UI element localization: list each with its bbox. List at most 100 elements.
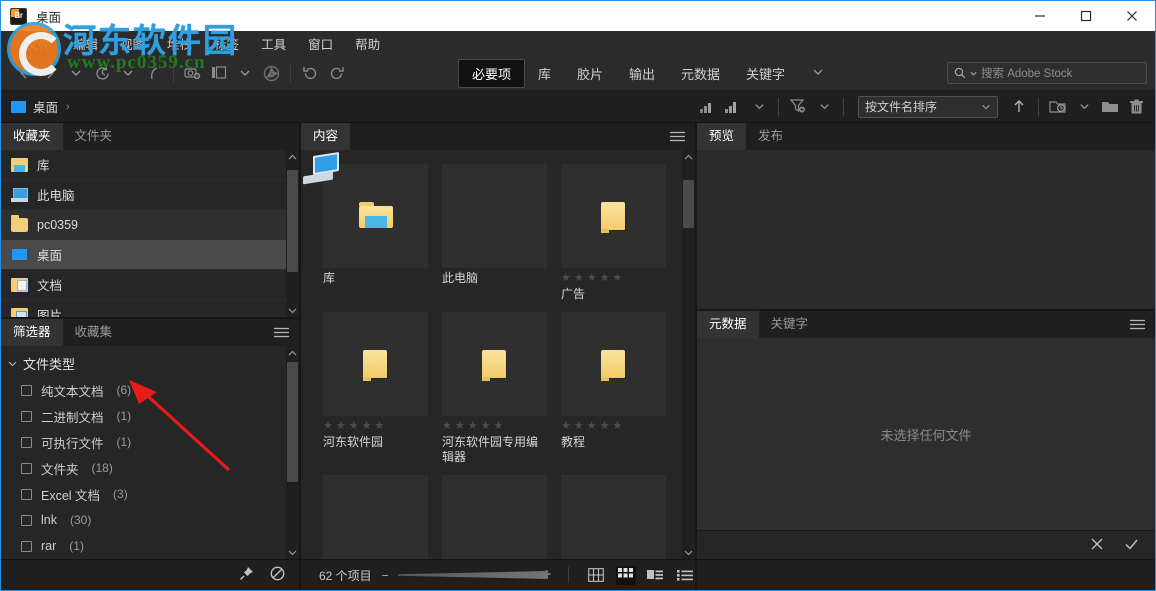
sort-dropdown[interactable]: 按文件名排序 [858, 95, 998, 118]
star-1[interactable]: ★ [561, 421, 571, 432]
go-to-parent-icon[interactable] [141, 61, 167, 85]
filter-item-binary[interactable]: 二进制文档 (1) [1, 403, 299, 429]
new-folder-recent-icon[interactable] [1045, 95, 1071, 119]
scroll-up-icon[interactable] [288, 150, 297, 164]
refine-dropdown-icon[interactable] [232, 61, 258, 85]
rotate-counterclockwise-icon[interactable] [297, 61, 323, 85]
filter-funnel-icon[interactable] [785, 95, 811, 119]
filter-item-executable[interactable]: 可执行文件 (1) [1, 429, 299, 455]
rating-stars[interactable]: ★ ★ ★ ★ ★ [561, 421, 666, 432]
menu-tools[interactable]: 工具 [250, 31, 297, 56]
filter-item-lnk[interactable]: lnk (30) [1, 507, 299, 533]
thumbnail[interactable] [561, 475, 666, 559]
content-panel-menu-icon[interactable] [660, 131, 695, 150]
content-item-ads[interactable]: ★ ★ ★ ★ ★ 广告 [561, 164, 666, 302]
content-item-hedong[interactable]: ★ ★ ★ ★ ★ 河东软件园 [323, 312, 428, 465]
favorites-scrollbar[interactable] [286, 150, 299, 317]
forward-arrow-icon[interactable] [37, 61, 63, 85]
get-photos-from-camera-icon[interactable] [180, 61, 206, 85]
star-2[interactable]: ★ [455, 421, 465, 432]
star-2[interactable]: ★ [574, 421, 584, 432]
content-item-hedong-editor[interactable]: ★ ★ ★ ★ ★ 河东软件园专用编辑器 [442, 312, 547, 465]
favorite-item-desktop[interactable]: 桌面 [1, 240, 299, 270]
keep-filter-pin-icon[interactable] [239, 566, 254, 584]
scroll-down-icon[interactable] [684, 545, 693, 559]
star-3[interactable]: ★ [587, 421, 597, 432]
filter-item-excel[interactable]: Excel 文档 (3) [1, 481, 299, 507]
workspace-tab-keywords[interactable]: 关键字 [733, 60, 798, 87]
menu-stacks[interactable]: 堆栈 [156, 31, 203, 56]
content-item-tutorial[interactable]: ★ ★ ★ ★ ★ 教程 [561, 312, 666, 465]
star-5[interactable]: ★ [375, 421, 385, 432]
rotate-clockwise-icon[interactable] [323, 61, 349, 85]
filter-scrollbar[interactable] [286, 346, 299, 559]
checkbox[interactable] [21, 514, 32, 526]
filter-rating-icon[interactable] [694, 95, 720, 119]
close-button[interactable] [1109, 1, 1155, 32]
navigation-dropdown-icon[interactable] [63, 61, 89, 85]
tab-metadata[interactable]: 元数据 [697, 311, 759, 338]
maximize-button[interactable] [1063, 1, 1109, 32]
menu-view[interactable]: 视图 [109, 31, 156, 56]
filter-rating-caret-icon[interactable] [746, 95, 772, 119]
content-item-row3-c[interactable] [561, 475, 666, 559]
favorite-item-documents[interactable]: 文档 [1, 270, 299, 300]
thumbnail-view-button[interactable] [615, 565, 636, 585]
content-item-row3-a[interactable] [323, 475, 428, 559]
thumbnail[interactable] [323, 312, 428, 416]
favorite-item-library[interactable]: 库 [1, 150, 299, 180]
breadcrumb[interactable]: 桌面 [11, 97, 58, 116]
thumbnail[interactable] [442, 475, 547, 559]
checkbox[interactable] [21, 410, 32, 422]
star-3[interactable]: ★ [349, 421, 359, 432]
menu-window[interactable]: 窗口 [297, 31, 344, 56]
star-3[interactable]: ★ [468, 421, 478, 432]
favorite-item-pc0359[interactable]: pc0359 [1, 210, 299, 240]
filter-scroll-thumb[interactable] [287, 362, 298, 482]
workspace-tab-filmstrip[interactable]: 胶片 [564, 60, 616, 87]
checkbox[interactable] [21, 488, 32, 500]
chevron-down-icon[interactable] [7, 359, 17, 369]
filter-item-rar[interactable]: rar (1) [1, 533, 299, 559]
filter-group-file-type[interactable]: 文件类型 [1, 350, 299, 377]
checkbox[interactable] [21, 436, 32, 448]
workspace-tab-libraries[interactable]: 库 [525, 60, 564, 87]
star-5[interactable]: ★ [613, 421, 623, 432]
new-folder-caret-icon[interactable] [1071, 95, 1097, 119]
search-input[interactable]: 搜索 Adobe Stock [947, 62, 1147, 84]
metadata-cancel-button[interactable] [1090, 537, 1104, 554]
content-scrollbar[interactable] [682, 150, 695, 559]
favorites-scroll-track[interactable] [287, 164, 298, 303]
delete-icon[interactable] [1123, 95, 1149, 119]
content-scroll-track[interactable] [683, 164, 694, 545]
star-3[interactable]: ★ [587, 273, 597, 284]
tab-publish[interactable]: 发布 [746, 123, 796, 150]
filter-scroll-track[interactable] [287, 360, 298, 545]
content-item-row3-b[interactable] [442, 475, 547, 559]
thumbnail[interactable] [303, 151, 547, 268]
filter-panel-menu-icon[interactable] [264, 327, 299, 346]
star-5[interactable]: ★ [613, 273, 623, 284]
tab-preview[interactable]: 预览 [697, 123, 747, 150]
tab-folders[interactable]: 文件夹 [62, 123, 125, 150]
rating-stars[interactable]: ★ ★ ★ ★ ★ [323, 421, 428, 432]
checkbox[interactable] [21, 462, 32, 474]
thumbnail[interactable] [323, 475, 428, 559]
scroll-down-icon[interactable] [288, 545, 297, 559]
sort-direction-button[interactable] [1006, 95, 1032, 119]
zoom-out-icon[interactable] [381, 574, 388, 576]
preview-area[interactable] [697, 150, 1155, 309]
workspace-tab-metadata[interactable]: 元数据 [668, 60, 733, 87]
open-in-camera-raw-icon[interactable] [258, 61, 284, 85]
rating-stars[interactable]: ★ ★ ★ ★ ★ [442, 421, 547, 432]
recent-dropdown-icon[interactable] [115, 61, 141, 85]
workspace-tab-essentials[interactable]: 必要项 [457, 58, 525, 88]
recent-folders-icon[interactable] [89, 61, 115, 85]
scroll-down-icon[interactable] [288, 303, 297, 317]
refine-stack-icon[interactable] [206, 61, 232, 85]
star-2[interactable]: ★ [574, 273, 584, 284]
menu-label[interactable]: 标签 [203, 31, 250, 56]
menu-file[interactable]: 文件 [15, 31, 62, 56]
metadata-panel-menu-icon[interactable] [1120, 319, 1155, 338]
content-item-this-pc[interactable]: 此电脑 [303, 151, 547, 302]
